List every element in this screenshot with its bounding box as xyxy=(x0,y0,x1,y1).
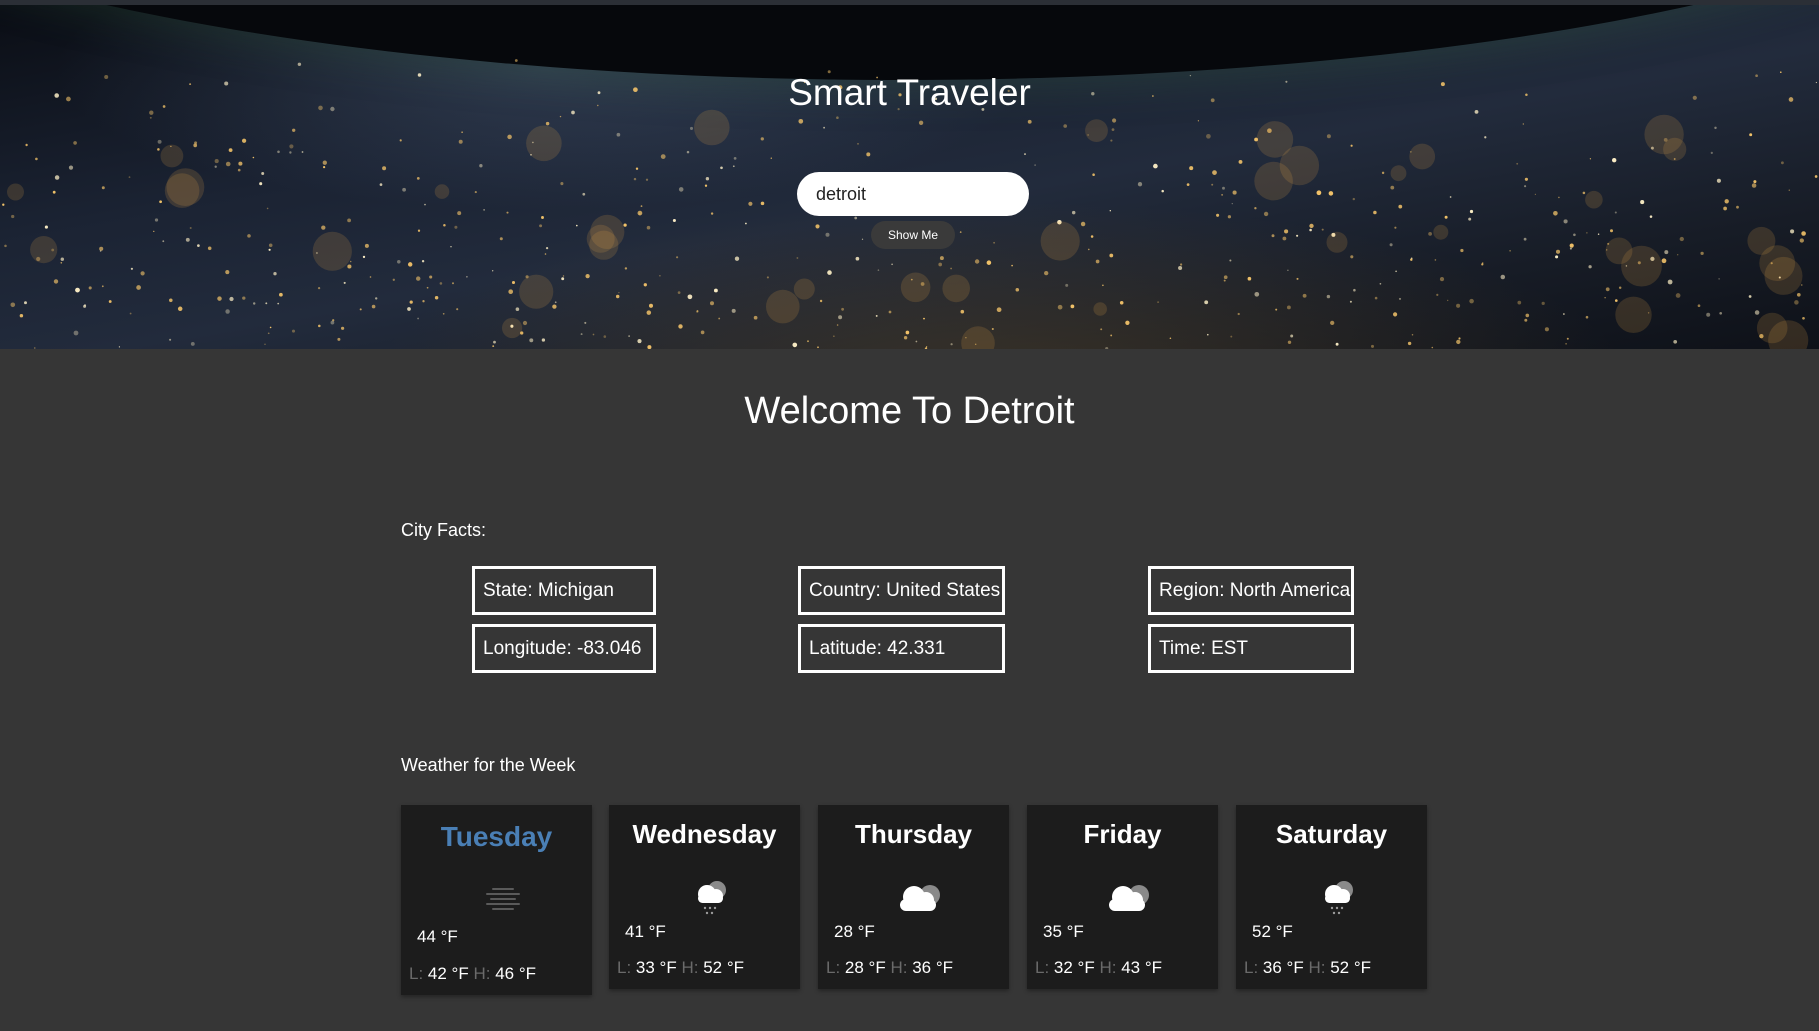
day-name: Friday xyxy=(1083,819,1162,849)
rain-cloud-icon xyxy=(698,881,726,915)
weather-label: Weather for the Week xyxy=(401,755,576,775)
hero-banner: Smart Traveler Show Me xyxy=(0,0,1819,349)
high-label: H: xyxy=(1308,958,1326,977)
fact-longitude: Longitude: -83.046 xyxy=(472,624,656,673)
low-temp: 42 °F xyxy=(427,964,469,983)
low-label: L: xyxy=(1035,958,1050,977)
weather-card-wednesday[interactable]: Wednesday 41 °F L: 33 °F H: 52 °F xyxy=(609,805,800,989)
weather-card-thursday[interactable]: Thursday 28 °F L: 28 °F H: 36 °F xyxy=(818,805,1009,989)
rain-cloud-icon xyxy=(1325,881,1353,915)
city-search-input[interactable] xyxy=(797,172,1029,216)
cloud-icon xyxy=(1109,885,1149,911)
low-high-temps: L: 28 °F H: 36 °F xyxy=(826,958,953,978)
high-label: H: xyxy=(890,958,908,977)
high-temp: 52 °F xyxy=(703,958,745,977)
low-high-temps: L: 32 °F H: 43 °F xyxy=(1035,958,1162,978)
low-high-temps: L: 42 °F H: 46 °F xyxy=(409,964,536,984)
weather-card-friday[interactable]: Friday 35 °F L: 32 °F H: 43 °F xyxy=(1027,805,1218,989)
high-temp: 52 °F xyxy=(1330,958,1372,977)
current-temp: 35 °F xyxy=(1043,922,1084,941)
high-label: H: xyxy=(473,964,491,983)
fact-country: Country: United States xyxy=(798,566,1005,615)
high-temp: 36 °F xyxy=(912,958,954,977)
high-temp: 46 °F xyxy=(495,964,537,983)
low-high-temps: L: 33 °F H: 52 °F xyxy=(617,958,744,978)
fact-time: Time: EST xyxy=(1148,624,1354,673)
show-me-button[interactable]: Show Me xyxy=(871,221,955,249)
fog-icon xyxy=(486,888,520,910)
current-temp: 28 °F xyxy=(834,922,875,941)
low-label: L: xyxy=(617,958,632,977)
city-facts-label: City Facts: xyxy=(401,520,487,540)
day-name: Thursday xyxy=(854,819,973,849)
high-temp: 43 °F xyxy=(1121,958,1163,977)
welcome-heading: Welcome To Detroit xyxy=(744,390,1075,432)
current-temp: 41 °F xyxy=(625,922,666,941)
day-name: Saturday xyxy=(1275,819,1388,849)
day-name: Tuesday xyxy=(440,821,553,852)
fact-state: State: Michigan xyxy=(472,566,656,615)
low-label: L: xyxy=(409,964,424,983)
weather-card-saturday[interactable]: Saturday 52 °F L: 36 °F H: 52 °F xyxy=(1236,805,1427,989)
low-temp: 32 °F xyxy=(1053,958,1095,977)
high-label: H: xyxy=(1099,958,1117,977)
high-label: H: xyxy=(681,958,699,977)
current-temp: 44 °F xyxy=(417,927,458,946)
fact-region: Region: North America xyxy=(1148,566,1354,615)
low-temp: 28 °F xyxy=(844,958,886,977)
low-high-temps: L: 36 °F H: 52 °F xyxy=(1244,958,1371,978)
cloud-icon xyxy=(900,885,940,911)
weather-card-tuesday[interactable]: Tuesday 44 °F L: 42 °F H: 46 °F xyxy=(401,805,592,995)
low-temp: 33 °F xyxy=(635,958,677,977)
low-label: L: xyxy=(826,958,841,977)
app-title: Smart Traveler xyxy=(788,72,1031,113)
day-name: Wednesday xyxy=(632,819,777,849)
top-border xyxy=(0,0,1819,5)
current-temp: 52 °F xyxy=(1252,922,1293,941)
low-temp: 36 °F xyxy=(1262,958,1304,977)
low-label: L: xyxy=(1244,958,1259,977)
fact-latitude: Latitude: 42.331 xyxy=(798,624,1005,673)
